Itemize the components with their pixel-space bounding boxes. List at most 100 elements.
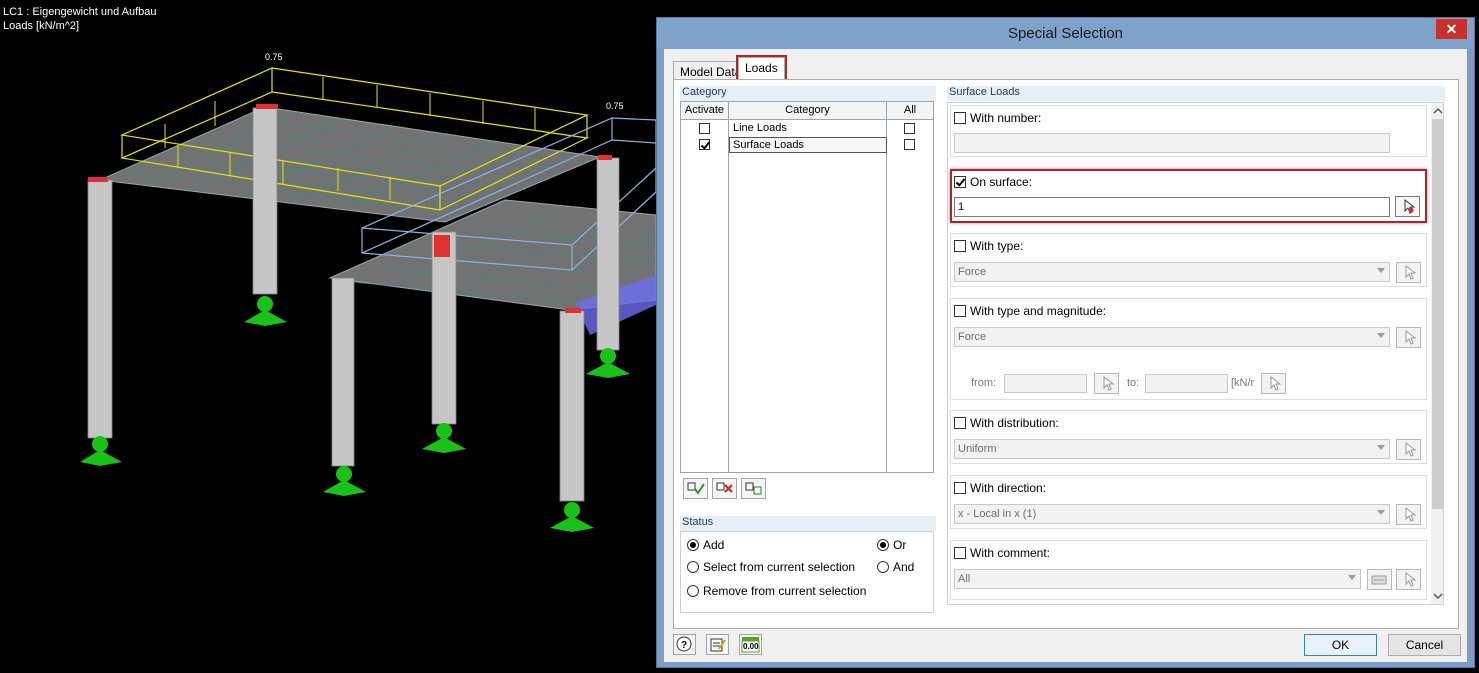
from-label: from:: [971, 377, 997, 389]
select-all-button[interactable]: [683, 478, 708, 499]
load-value-label: 0.75: [265, 52, 283, 62]
with-number-checkbox[interactable]: [954, 112, 966, 124]
pick-cursor-icon: [1270, 375, 1282, 391]
from-spinner[interactable]: [1004, 374, 1087, 393]
with-number-input[interactable]: [954, 133, 1390, 153]
svg-text:?: ?: [681, 640, 687, 651]
section-with-number: With number:: [950, 105, 1427, 157]
scroll-down-icon[interactable]: [1431, 589, 1444, 603]
column-header-category[interactable]: Category: [729, 102, 887, 120]
radio-and[interactable]: [877, 561, 889, 573]
to-label: to:: [1127, 377, 1140, 389]
vertical-scrollbar[interactable]: [1431, 103, 1444, 604]
on-surface-label: On surface:: [970, 175, 1033, 189]
edit-button[interactable]: [706, 634, 729, 655]
with-comment-edit-button[interactable]: [1367, 569, 1392, 590]
activate-checkbox-surface-loads[interactable]: [699, 139, 710, 150]
invert-icon: [745, 482, 762, 495]
pick-cursor-icon: [1405, 441, 1417, 457]
with-type-magnitude-value: Force: [958, 331, 987, 343]
special-selection-dialog: Special Selection ✕ Model Data Loads Cat…: [656, 17, 1475, 668]
with-direction-label: With direction:: [970, 481, 1047, 495]
with-direction-checkbox[interactable]: [954, 482, 966, 494]
category-group-title: Category: [680, 86, 936, 101]
select-all-icon: [687, 482, 705, 495]
to-spinner[interactable]: [1145, 374, 1228, 393]
activate-checkbox-line-loads[interactable]: [699, 123, 710, 134]
status-group: Status Add Select from current selection…: [680, 516, 936, 622]
scrollbar-thumb[interactable]: [1432, 119, 1443, 509]
radio-or-label: Or: [893, 538, 907, 552]
surface-loads-scroll-area[interactable]: With number: On surface: 1 With type: Fo…: [947, 102, 1444, 605]
invert-selection-button[interactable]: [741, 478, 766, 499]
with-type-magnitude-checkbox[interactable]: [954, 305, 966, 317]
with-type-magnitude-dropdown[interactable]: Force: [954, 327, 1390, 347]
with-comment-label: With comment:: [970, 546, 1051, 560]
column-header-activate[interactable]: Activate: [681, 102, 729, 120]
all-checkbox-surface-loads[interactable]: [904, 139, 915, 150]
deselect-all-button[interactable]: [712, 478, 737, 499]
deselect-all-icon: [716, 482, 733, 493]
comment-edit-icon: [1371, 575, 1387, 585]
tab-loads[interactable]: Loads: [736, 55, 787, 81]
pick-cursor-icon: [1405, 329, 1417, 345]
radio-remove-from-current[interactable]: [687, 585, 699, 597]
section-on-surface: On surface: 1: [950, 169, 1427, 223]
category-cell-surface-loads[interactable]: Surface Loads: [729, 137, 887, 153]
with-distribution-checkbox[interactable]: [954, 417, 966, 429]
pick-cursor-icon: [1405, 264, 1417, 280]
column-header-all[interactable]: All: [887, 102, 933, 120]
with-type-pick-button[interactable]: [1396, 262, 1421, 283]
on-surface-pick-button[interactable]: [1395, 196, 1420, 217]
load-value-label: 0.75: [606, 101, 624, 111]
with-direction-pick-button[interactable]: [1396, 504, 1421, 525]
section-with-comment: With comment: All: [950, 540, 1427, 600]
with-number-label: With number:: [970, 111, 1042, 125]
to-pick-button[interactable]: [1261, 373, 1286, 394]
radio-remove-from-label: Remove from current selection: [703, 584, 867, 598]
from-pick-button[interactable]: [1094, 373, 1119, 394]
category-table: Activate Category All Line Loads Surface…: [680, 101, 934, 473]
with-comment-dropdown[interactable]: All: [954, 569, 1361, 589]
pick-cursor-icon: [1405, 506, 1417, 522]
with-type-checkbox[interactable]: [954, 240, 966, 252]
with-comment-pick-button[interactable]: [1396, 569, 1421, 590]
on-surface-checkbox[interactable]: [954, 176, 966, 188]
with-type-dropdown[interactable]: Force: [954, 262, 1390, 282]
on-surface-input[interactable]: 1: [954, 197, 1390, 217]
chevron-down-icon: [1377, 268, 1385, 273]
scroll-up-icon[interactable]: [1431, 104, 1444, 118]
pick-cursor-icon: [1405, 571, 1417, 587]
with-type-magnitude-pick-button[interactable]: [1396, 327, 1421, 348]
section-with-type: With type: Force: [950, 233, 1427, 287]
help-button[interactable]: ?: [673, 634, 696, 655]
section-with-distribution: With distribution: Uniform: [950, 410, 1427, 464]
pick-cursor-icon: [1103, 375, 1115, 391]
with-comment-checkbox[interactable]: [954, 547, 966, 559]
units-button[interactable]: 0.00: [739, 634, 762, 655]
status-group-title: Status: [680, 516, 936, 531]
with-direction-dropdown[interactable]: x - Local in x (1): [954, 504, 1390, 524]
edit-icon: [710, 638, 726, 652]
with-distribution-label: With distribution:: [970, 416, 1059, 430]
chevron-down-icon: [1348, 575, 1356, 580]
cancel-button[interactable]: Cancel: [1388, 634, 1461, 656]
with-type-value: Force: [958, 266, 987, 278]
radio-select-from-current[interactable]: [687, 561, 699, 573]
dialog-titlebar[interactable]: Special Selection ✕: [657, 18, 1474, 49]
all-checkbox-line-loads[interactable]: [904, 123, 915, 134]
radio-select-from-label: Select from current selection: [703, 560, 856, 574]
chevron-down-icon: [1377, 510, 1385, 515]
surface-loads-group: Surface Loads With number: On surface: 1: [947, 86, 1445, 606]
radio-and-label: And: [893, 560, 915, 574]
with-distribution-pick-button[interactable]: [1396, 439, 1421, 460]
ok-button[interactable]: OK: [1304, 634, 1377, 656]
category-cell-line-loads[interactable]: Line Loads: [733, 121, 883, 137]
radio-or[interactable]: [877, 539, 889, 551]
chevron-down-icon: [1377, 445, 1385, 450]
radio-add[interactable]: [687, 539, 699, 551]
dialog-title: Special Selection: [1007, 25, 1124, 42]
with-distribution-dropdown[interactable]: Uniform: [954, 439, 1390, 459]
category-group: Category Activate Category All Line Load…: [680, 86, 936, 506]
close-button[interactable]: ✕: [1436, 19, 1467, 39]
